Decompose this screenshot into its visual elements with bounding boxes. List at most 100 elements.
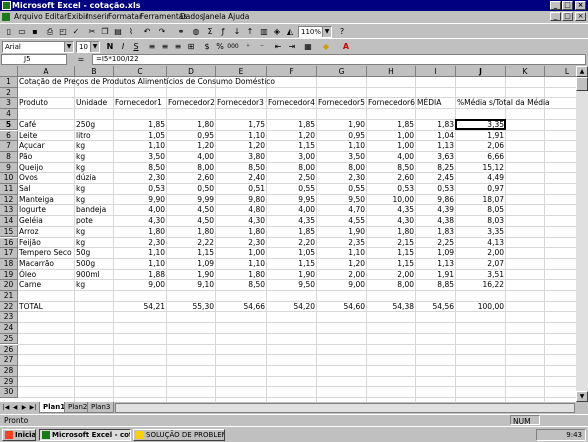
undo-icon[interactable]: ↶ <box>141 26 153 37</box>
data-cell[interactable]: 2,30 <box>217 238 267 249</box>
data-cell[interactable]: 0,97 <box>457 184 506 195</box>
header-cell[interactable]: MÉDIA <box>417 98 441 109</box>
underline-icon[interactable]: S <box>130 41 142 52</box>
data-cell[interactable]: 1,15 <box>368 259 416 270</box>
row-header-24[interactable]: 24 <box>0 323 18 334</box>
formula-input[interactable]: =I5*100/I22 <box>92 54 586 65</box>
menu-arquivo[interactable]: Arquivo <box>14 12 43 22</box>
doc-restore-button[interactable]: □ <box>562 12 573 21</box>
row-header-30[interactable]: 30 <box>0 387 18 398</box>
row-header-6[interactable]: 6 <box>0 130 18 142</box>
row-header-14[interactable]: 14 <box>0 216 18 227</box>
save-icon[interactable]: ▪ <box>29 26 41 37</box>
row-header-13[interactable]: 13 <box>0 205 18 217</box>
menu-ajuda[interactable]: Ajuda <box>228 12 249 22</box>
data-cell[interactable]: 8,05 <box>457 205 506 216</box>
data-cell[interactable]: 1,00 <box>368 141 416 152</box>
data-cell[interactable]: 1,20 <box>268 131 317 142</box>
header-cell[interactable]: Fornecedor6 <box>368 98 415 109</box>
row-header-3[interactable]: 3 <box>0 98 18 110</box>
open-icon[interactable]: ▭ <box>16 26 28 37</box>
data-cell[interactable]: 1,10 <box>217 259 267 270</box>
font-color-icon[interactable]: A <box>340 41 352 52</box>
minimize-button[interactable]: _ <box>550 1 561 10</box>
data-cell[interactable]: 1,10 <box>115 248 167 259</box>
data-cell[interactable]: 3,35 <box>457 227 506 238</box>
close-button[interactable]: × <box>575 1 586 10</box>
data-cell[interactable]: 1,00 <box>368 131 416 142</box>
row-header-4[interactable]: 4 <box>0 109 18 120</box>
data-cell[interactable]: Geléia <box>19 216 43 227</box>
data-cell[interactable]: Açucar <box>19 141 45 152</box>
taskbar-troubleshoot-button[interactable]: SOLUÇÃO DE PROBLEM... <box>133 429 225 441</box>
doc-minimize-button[interactable]: _ <box>550 12 561 21</box>
data-cell[interactable]: pote <box>76 216 93 227</box>
align-center-icon[interactable]: ≡ <box>159 41 171 52</box>
header-cell[interactable]: Fornecedor1 <box>115 98 162 109</box>
data-cell[interactable]: 9,10 <box>168 280 216 291</box>
merge-center-icon[interactable]: ⊞ <box>185 41 197 52</box>
data-cell[interactable]: Arroz <box>19 227 39 238</box>
data-cell[interactable]: 1,10 <box>318 141 367 152</box>
data-cell[interactable]: 2,00 <box>368 270 416 281</box>
new-icon[interactable]: ▯ <box>3 26 15 37</box>
data-cell[interactable]: 10,00 <box>368 195 416 206</box>
data-cell[interactable]: 16,22 <box>457 280 506 291</box>
data-cell[interactable]: litro <box>76 131 91 142</box>
doc-close-button[interactable]: × <box>575 12 586 21</box>
increase-decimal-icon[interactable]: ⁺ <box>242 41 254 52</box>
header-cell[interactable]: Fornecedor3 <box>217 98 264 109</box>
row-header-16[interactable]: 16 <box>0 237 18 249</box>
data-cell[interactable]: 4,00 <box>168 152 216 163</box>
data-cell[interactable]: 8,00 <box>168 163 216 174</box>
data-cell[interactable]: 1,85 <box>115 120 167 131</box>
column-header-c[interactable]: C <box>114 66 167 77</box>
percent-icon[interactable]: % <box>214 41 226 52</box>
name-box[interactable]: J5 <box>1 54 67 65</box>
chevron-down-icon[interactable]: ▼ <box>64 42 73 52</box>
data-cell[interactable]: 4,70 <box>318 205 367 216</box>
row-header-22[interactable]: 22 <box>0 301 18 313</box>
menu-editar[interactable]: Editar <box>45 12 67 22</box>
font-size-combo[interactable]: 10 ▼ <box>76 41 100 53</box>
column-header-j[interactable]: J <box>456 66 506 77</box>
data-cell[interactable]: 4,35 <box>368 205 416 216</box>
hyperlink-icon[interactable]: ⚭ <box>175 26 187 37</box>
data-cell[interactable]: 1,13 <box>417 141 456 152</box>
header-cell[interactable]: Produto <box>19 98 48 109</box>
row-header-10[interactable]: 10 <box>0 173 18 184</box>
align-left-icon[interactable]: ≡ <box>146 41 158 52</box>
data-cell[interactable]: 4,50 <box>168 216 216 227</box>
data-cell[interactable]: 0,51 <box>217 184 267 195</box>
data-cell[interactable]: Iogurte <box>19 205 46 216</box>
zoom-combo[interactable]: 110% ▼ <box>298 26 332 38</box>
align-right-icon[interactable]: ≡ <box>172 41 184 52</box>
data-cell[interactable]: 1,10 <box>115 141 167 152</box>
data-cell[interactable]: 1,20 <box>318 259 367 270</box>
print-preview-icon[interactable]: ◰ <box>57 26 69 37</box>
sheet-tab-plan3[interactable]: Plan3 <box>87 402 115 413</box>
menu-dados[interactable]: Dados <box>180 12 204 22</box>
data-cell[interactable]: 900ml <box>76 270 100 281</box>
data-cell[interactable]: 3,51 <box>457 270 506 281</box>
data-cell[interactable]: 3,50 <box>115 152 167 163</box>
data-cell[interactable]: 8,00 <box>318 163 367 174</box>
row-header-15[interactable]: 15 <box>0 226 18 238</box>
data-cell[interactable]: 2,20 <box>268 238 317 249</box>
data-cell[interactable]: 1,91 <box>457 131 506 142</box>
data-cell[interactable]: 1,15 <box>268 141 317 152</box>
data-cell[interactable]: 0,95 <box>168 131 216 142</box>
data-cell[interactable]: 3,00 <box>268 152 317 163</box>
data-cell[interactable]: 1,15 <box>268 259 317 270</box>
header-cell[interactable]: Unidade <box>76 98 107 109</box>
data-cell[interactable]: 1,85 <box>268 227 317 238</box>
data-cell[interactable]: Macarrão <box>19 259 54 270</box>
data-cell[interactable]: 1,75 <box>217 120 267 131</box>
data-cell[interactable]: 2,40 <box>217 173 267 184</box>
data-cell[interactable]: 8,00 <box>368 280 416 291</box>
column-header-f[interactable]: F <box>267 66 317 77</box>
data-cell[interactable]: 4,00 <box>115 205 167 216</box>
row-header-27[interactable]: 27 <box>0 355 18 366</box>
comma-style-icon[interactable]: 000 <box>227 41 239 52</box>
data-cell[interactable]: 4,30 <box>115 216 167 227</box>
